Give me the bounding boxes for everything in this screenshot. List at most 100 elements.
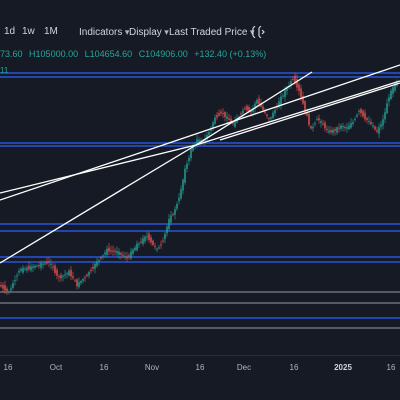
candle-body bbox=[282, 95, 284, 97]
candle-body bbox=[2, 284, 4, 289]
candle-body bbox=[226, 116, 228, 119]
candle-body bbox=[274, 110, 276, 114]
candle-body bbox=[378, 127, 380, 134]
candle-body bbox=[322, 123, 324, 125]
candle-body bbox=[354, 119, 356, 121]
candle-body bbox=[74, 280, 76, 282]
candle-body bbox=[138, 243, 140, 245]
candle-body bbox=[80, 281, 82, 283]
candle-body bbox=[158, 247, 160, 249]
candle-body bbox=[232, 122, 234, 124]
candle-body bbox=[308, 113, 310, 125]
candle-body bbox=[136, 243, 138, 251]
candle-body bbox=[60, 275, 62, 279]
candle-body bbox=[370, 122, 372, 124]
candle-body bbox=[94, 263, 96, 269]
candle-body bbox=[104, 252, 106, 255]
candle-body bbox=[166, 226, 168, 234]
candle-body bbox=[190, 149, 192, 159]
candle-body bbox=[280, 96, 282, 105]
candle-body bbox=[140, 241, 142, 243]
candle-body bbox=[372, 125, 374, 127]
candle-body bbox=[16, 275, 18, 277]
candle-body bbox=[212, 122, 214, 128]
candle-body bbox=[174, 209, 176, 215]
candle-body bbox=[268, 118, 270, 120]
candle-body bbox=[44, 263, 46, 265]
candle-body bbox=[20, 269, 22, 272]
candle-body bbox=[148, 233, 150, 241]
time-axis-label: 16 bbox=[195, 363, 205, 372]
candle-body bbox=[346, 127, 348, 129]
candle-body bbox=[72, 276, 74, 279]
candle-body bbox=[106, 248, 108, 255]
candle-body bbox=[38, 265, 40, 267]
candle-body bbox=[54, 265, 56, 274]
candle-body bbox=[36, 265, 38, 267]
candle-body bbox=[380, 124, 382, 128]
open-value: 73.60 bbox=[0, 49, 23, 59]
candle-body bbox=[376, 130, 378, 132]
candle-body bbox=[12, 283, 14, 288]
candle-body bbox=[240, 113, 242, 115]
candle-body bbox=[58, 276, 60, 278]
candle-body bbox=[22, 267, 24, 273]
candle-body bbox=[176, 204, 178, 209]
candle-body bbox=[320, 121, 322, 124]
time-axis[interactable]: 16 Oct 16 Nov 16 Dec 16 2025 16 bbox=[0, 355, 400, 400]
candle-body bbox=[228, 118, 230, 120]
candle-body bbox=[132, 249, 134, 254]
candle-body bbox=[134, 247, 136, 251]
candle-body bbox=[144, 236, 146, 242]
candle-body bbox=[244, 108, 246, 110]
candle-body bbox=[120, 252, 122, 255]
candle-body bbox=[32, 266, 34, 269]
candle-body bbox=[76, 279, 78, 287]
candle-body bbox=[180, 189, 182, 199]
candle-body bbox=[48, 261, 50, 263]
candle-body bbox=[338, 127, 340, 129]
candle-body bbox=[362, 110, 364, 117]
candle-body bbox=[10, 288, 12, 291]
candle-body bbox=[24, 268, 26, 270]
trend-line bbox=[195, 71, 313, 146]
candle-body bbox=[66, 273, 68, 275]
candle-body bbox=[216, 115, 218, 118]
candle-body bbox=[122, 254, 124, 256]
candle-body bbox=[330, 130, 332, 133]
candle-body bbox=[364, 112, 366, 120]
candle-body bbox=[90, 270, 92, 272]
candle-body bbox=[62, 275, 64, 277]
candle-body bbox=[8, 291, 10, 293]
time-axis-label: 16 bbox=[99, 363, 109, 372]
candle-body bbox=[310, 126, 312, 129]
candle-body bbox=[350, 123, 352, 128]
candle-body bbox=[218, 113, 220, 116]
candle-body bbox=[178, 197, 180, 202]
trend-line bbox=[195, 80, 400, 146]
candle-body bbox=[118, 251, 120, 255]
candle-body bbox=[292, 78, 294, 80]
candle-body bbox=[150, 237, 152, 243]
candle-body bbox=[262, 106, 264, 111]
candle-body bbox=[52, 266, 54, 268]
candle-body bbox=[142, 238, 144, 244]
candle-body bbox=[266, 114, 268, 116]
candle-body bbox=[390, 90, 392, 99]
candle-body bbox=[98, 260, 100, 262]
candle-body bbox=[46, 261, 48, 264]
close-value: C104906.00 bbox=[138, 49, 188, 59]
candle-body bbox=[336, 127, 338, 133]
candle-body bbox=[14, 280, 16, 282]
candle-body bbox=[168, 218, 170, 229]
candle-body bbox=[386, 103, 388, 114]
candle-body bbox=[328, 130, 330, 133]
candle-body bbox=[0, 284, 2, 287]
candle-body bbox=[70, 269, 72, 277]
candle-body bbox=[298, 84, 300, 91]
time-axis-label: Oct bbox=[49, 363, 63, 372]
candle-body bbox=[82, 279, 84, 281]
time-axis-label: Dec bbox=[236, 363, 252, 372]
candle-body bbox=[392, 87, 394, 94]
candle-body bbox=[112, 250, 114, 252]
